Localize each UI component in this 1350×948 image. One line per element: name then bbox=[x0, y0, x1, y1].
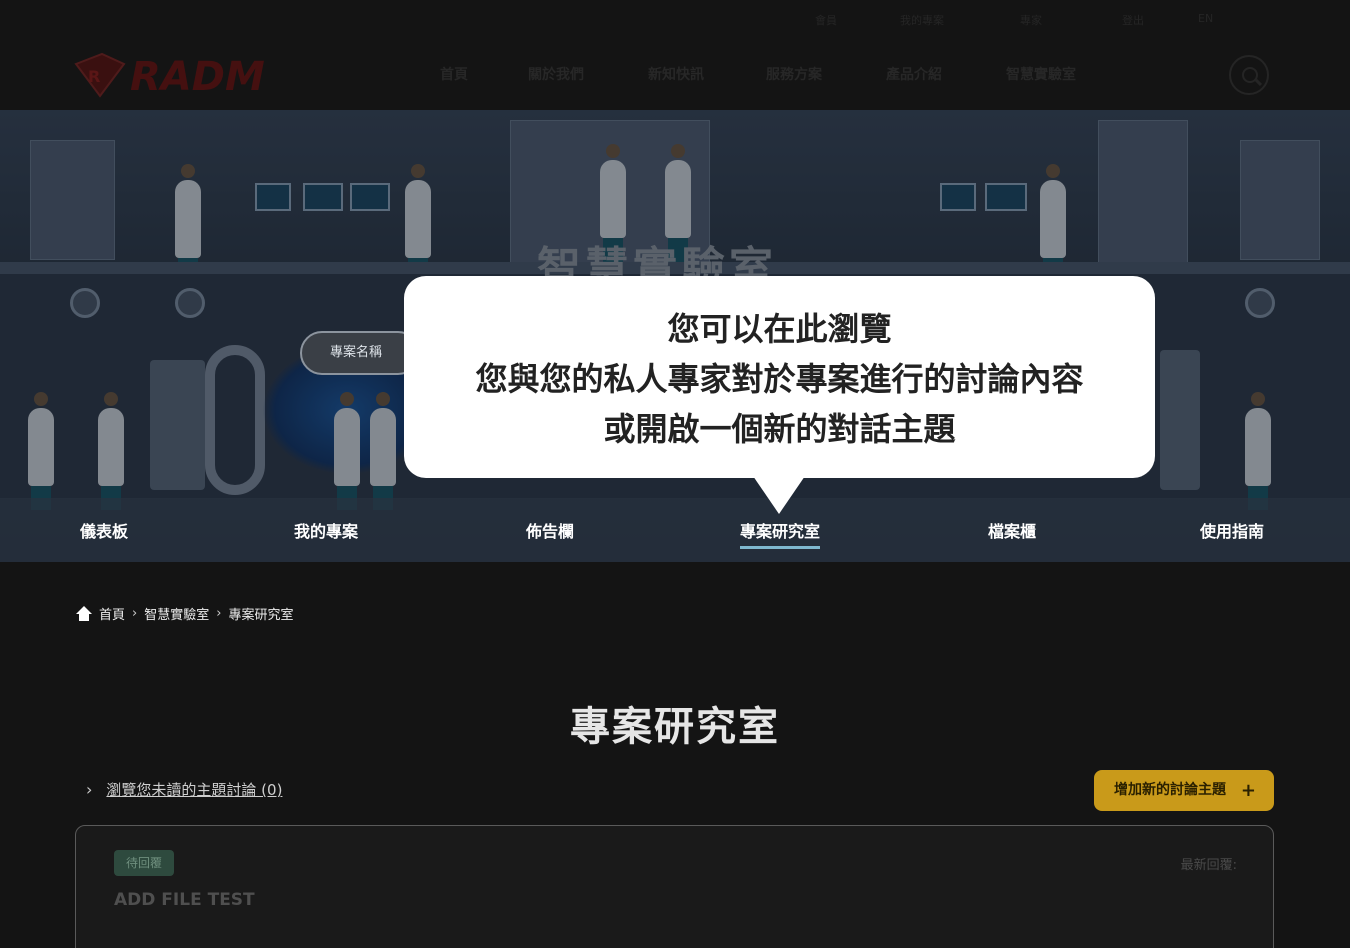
lab-tab-bar bbox=[0, 498, 1350, 562]
scientist-figure bbox=[1245, 392, 1271, 510]
tab-project-lab[interactable]: 專案研究室 bbox=[740, 518, 821, 549]
project-name-pill[interactable]: 專案名稱 bbox=[300, 331, 420, 375]
fan-icon bbox=[175, 288, 205, 318]
monitor bbox=[985, 183, 1027, 211]
nav-services[interactable]: 服務方案 bbox=[766, 64, 822, 84]
lab-equipment bbox=[1098, 120, 1188, 265]
scientist-figure bbox=[370, 392, 396, 510]
tooltip-line-1: 您可以在此瀏覽 bbox=[667, 310, 892, 348]
add-topic-button[interactable]: 增加新的討論主題 + bbox=[1094, 770, 1274, 811]
tab-dashboard[interactable]: 儀表板 bbox=[80, 518, 128, 542]
tab-user-guide[interactable]: 使用指南 bbox=[1200, 518, 1264, 542]
breadcrumb-smart-lab[interactable]: 智慧實驗室 bbox=[144, 604, 209, 623]
dna-pod bbox=[205, 345, 265, 495]
topic-card[interactable]: 待回覆 最新回覆: ADD FILE TEST bbox=[75, 825, 1274, 948]
scientist-figure bbox=[405, 164, 431, 282]
util-link-expert[interactable]: 專家 bbox=[1020, 12, 1042, 28]
unread-topics-toggle[interactable]: › 瀏覽您未讀的主題討論 (0) bbox=[86, 779, 282, 800]
radm-logo[interactable]: R RADM bbox=[72, 52, 302, 98]
monitor bbox=[255, 183, 291, 211]
util-link-projects[interactable]: 我的專案 bbox=[900, 12, 944, 28]
fan-icon bbox=[70, 288, 100, 318]
util-link-member[interactable]: 會員 bbox=[815, 12, 837, 28]
nav-products[interactable]: 產品介紹 bbox=[886, 64, 942, 84]
nav-home[interactable]: 首頁 bbox=[440, 64, 468, 84]
util-link-language[interactable]: EN bbox=[1198, 12, 1213, 25]
monitor bbox=[940, 183, 976, 211]
scientist-figure bbox=[1040, 164, 1066, 282]
svg-text:R: R bbox=[88, 67, 100, 86]
tooltip-arrow bbox=[753, 476, 805, 514]
guide-tooltip: 您可以在此瀏覽 您與您的私人專家對於專案進行的討論內容 或開啟一個新的對話主題 bbox=[404, 276, 1155, 514]
nav-about[interactable]: 關於我們 bbox=[528, 64, 584, 84]
add-topic-label: 增加新的討論主題 bbox=[1114, 782, 1226, 798]
tooltip-line-2: 您與您的私人專家對於專案進行的討論內容 bbox=[475, 360, 1084, 398]
tooltip-line-3: 或開啟一個新的對話主題 bbox=[603, 410, 956, 448]
lab-console bbox=[150, 360, 205, 490]
fan-icon bbox=[1245, 288, 1275, 318]
monitor bbox=[350, 183, 390, 211]
lab-console bbox=[1160, 350, 1200, 490]
tab-file-cabinet[interactable]: 檔案櫃 bbox=[988, 518, 1036, 542]
monitor bbox=[303, 183, 343, 211]
tab-my-projects[interactable]: 我的專案 bbox=[294, 518, 358, 542]
home-icon[interactable] bbox=[76, 605, 92, 622]
latest-reply-label: 最新回覆: bbox=[1180, 858, 1237, 873]
scientist-figure bbox=[175, 164, 201, 282]
page-title: 專案研究室 bbox=[570, 704, 780, 750]
lab-equipment bbox=[30, 140, 115, 260]
breadcrumb-home[interactable]: 首頁 bbox=[99, 604, 125, 623]
scientist-figure bbox=[334, 392, 360, 510]
scientist-figure bbox=[28, 392, 54, 510]
tab-bulletin[interactable]: 佈告欄 bbox=[526, 518, 574, 542]
logo-text: RADM bbox=[130, 54, 265, 98]
lab-equipment bbox=[1240, 140, 1320, 260]
plus-icon: + bbox=[1240, 780, 1256, 801]
site-header: R RADM 會員 我的專案 專家 登出 EN 首頁 關於我們 新知快訊 服務方… bbox=[0, 0, 1350, 110]
scientist-figure bbox=[665, 144, 691, 262]
chevron-right-icon[interactable]: › bbox=[86, 780, 92, 799]
breadcrumb-separator-icon: › bbox=[132, 606, 138, 621]
unread-topics-link[interactable]: 瀏覽您未讀的主題討論 (0) bbox=[106, 779, 282, 800]
status-badge: 待回覆 bbox=[114, 850, 175, 876]
breadcrumb-current: 專案研究室 bbox=[228, 608, 294, 623]
breadcrumb: 首頁 › 智慧實驗室 › 專案研究室 bbox=[76, 604, 293, 623]
util-link-logout[interactable]: 登出 bbox=[1122, 12, 1144, 28]
search-icon[interactable] bbox=[1229, 55, 1269, 95]
scientist-figure bbox=[600, 144, 626, 262]
scientist-figure bbox=[98, 392, 124, 510]
breadcrumb-separator-icon: › bbox=[216, 606, 222, 621]
nav-news[interactable]: 新知快訊 bbox=[648, 64, 704, 84]
nav-smart-lab[interactable]: 智慧實驗室 bbox=[1006, 64, 1076, 84]
topic-title[interactable]: ADD FILE TEST bbox=[114, 890, 255, 910]
